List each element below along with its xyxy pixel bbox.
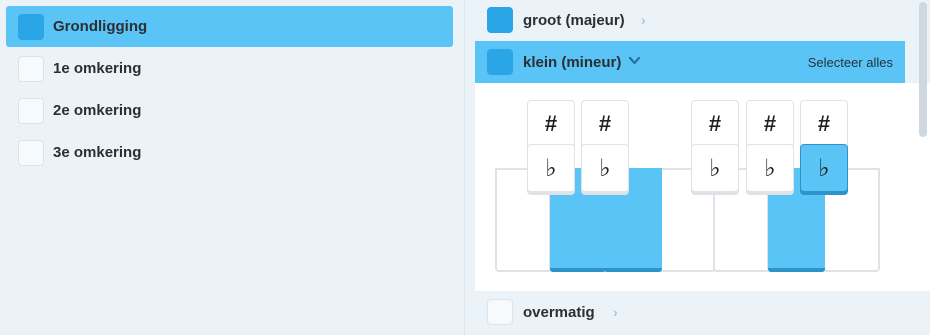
inversion-label: 1e omkering [53,60,142,77]
inversion-label: Grondligging [53,18,148,35]
chord-label: groot (majeur) [523,11,625,29]
chord-label: overmatig [523,303,595,321]
piano-keyboard: # # # # # ♭ ♭ ♭ ♭ ♭ [475,83,930,291]
sharp-button[interactable]: # [691,100,739,148]
select-all-link[interactable]: Selecteer alles [808,55,893,70]
inversion-first[interactable]: 1e omkering [6,48,453,89]
chevron-down-icon[interactable] [628,56,641,66]
scrollbar-thumb[interactable] [919,2,927,137]
sharp-button[interactable]: # [746,100,794,148]
scrollbar[interactable] [916,0,930,335]
inversion-panel: Grondligging 1e omkering 2e omkering 3e … [0,0,465,335]
checkbox-augmented[interactable] [487,299,513,325]
flat-button[interactable]: ♭ [527,144,575,192]
chord-type-panel: groot (majeur) › klein (mineur) Selectee… [466,0,930,335]
inversion-second[interactable]: 2e omkering [6,90,453,131]
chord-row-augmented[interactable]: overmatig › [475,292,930,332]
checkbox-first-inversion[interactable] [18,55,44,82]
inversion-label: 3e omkering [53,144,142,161]
sharp-button[interactable]: # [527,100,575,148]
checkbox-second-inversion[interactable] [18,97,44,124]
checkbox-third-inversion[interactable] [18,139,44,166]
flat-button[interactable]: ♭ [581,144,629,192]
sharp-button[interactable]: # [581,100,629,148]
checkbox-root-position[interactable] [18,13,44,40]
chevron-right-icon[interactable]: › [613,304,618,320]
checkbox-minor[interactable] [487,49,513,75]
chord-row-minor[interactable]: klein (mineur) Selecteer alles [475,41,905,83]
checkbox-major[interactable] [487,7,513,33]
flat-button[interactable]: ♭ [746,144,794,192]
chevron-right-icon[interactable]: › [641,12,646,28]
inversion-root-position[interactable]: Grondligging [6,6,453,47]
inversion-third[interactable]: 3e omkering [6,132,453,173]
flat-button[interactable]: ♭ [691,144,739,192]
inversion-label: 2e omkering [53,102,142,119]
chord-label: klein (mineur) [523,53,622,71]
chord-row-major[interactable]: groot (majeur) › [475,0,930,40]
sharp-button[interactable]: # [800,100,848,148]
flat-button-active[interactable]: ♭ [800,144,848,192]
